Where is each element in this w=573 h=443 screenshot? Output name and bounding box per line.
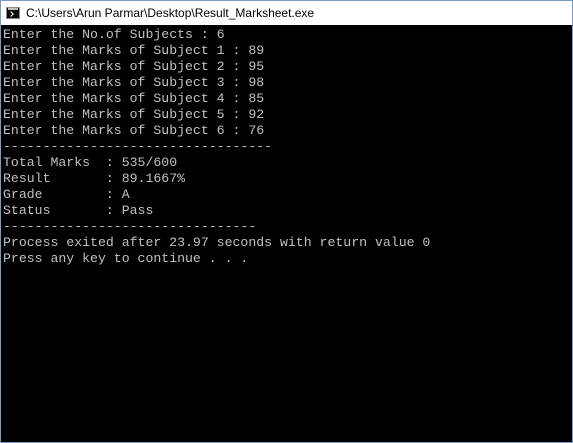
console-line-subject-2: Enter the Marks of Subject 2 : 95	[3, 59, 265, 74]
console-line-process-exit: Process exited after 23.97 seconds with …	[3, 235, 431, 250]
console-line-press-any-key: Press any key to continue . . .	[3, 251, 249, 266]
console-line-subject-1: Enter the Marks of Subject 1 : 89	[3, 43, 265, 58]
console-app-icon[interactable]	[6, 7, 20, 19]
title-bar[interactable]: C:\Users\Arun Parmar\Desktop\Result_Mark…	[1, 1, 572, 25]
console-line-grade: Grade : A	[3, 187, 130, 202]
console-line-subject-4: Enter the Marks of Subject 4 : 85	[3, 91, 265, 106]
console-line-subject-3: Enter the Marks of Subject 3 : 98	[3, 75, 265, 90]
window-title: C:\Users\Arun Parmar\Desktop\Result_Mark…	[26, 6, 315, 20]
console-line-result: Result : 89.1667%	[3, 171, 186, 186]
console-window: C:\Users\Arun Parmar\Desktop\Result_Mark…	[0, 0, 573, 443]
console-line-total-marks: Total Marks : 535/600	[3, 155, 178, 170]
console-line-subject-count: Enter the No.of Subjects : 6	[3, 27, 225, 42]
console-divider-bottom: --------------------------------	[3, 219, 257, 234]
console-line-status: Status : Pass	[3, 203, 154, 218]
console-divider-top: ----------------------------------	[3, 139, 273, 154]
console-line-subject-5: Enter the Marks of Subject 5 : 92	[3, 107, 265, 122]
console-line-subject-6: Enter the Marks of Subject 6 : 76	[3, 123, 265, 138]
console-output[interactable]: Enter the No.of Subjects : 6 Enter the M…	[3, 27, 569, 441]
